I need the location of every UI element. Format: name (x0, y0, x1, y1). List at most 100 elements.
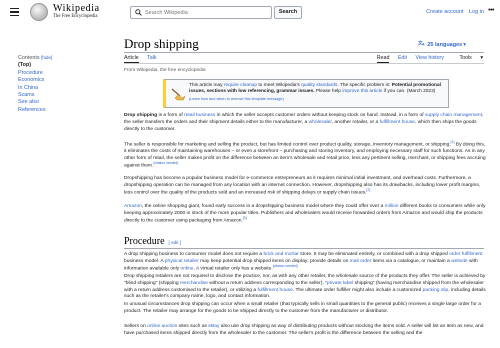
supply-chain-link[interactable]: supply chain management (425, 113, 482, 118)
view-tabs: Read Edit View history Tools ▾ (370, 55, 483, 63)
toc-item-in-china[interactable]: In China (18, 85, 108, 92)
text: . The ultimate order fulfiller might als… (292, 287, 423, 293)
article-lead: Drop shipping is a form of retail busine… (124, 113, 488, 133)
svg-text:A: A (422, 43, 425, 47)
toc-hide-button[interactable]: [hide] (41, 55, 52, 60)
language-button[interactable]: 文A 25 languages▾ (418, 40, 466, 49)
retail-business-link[interactable]: retail business (184, 113, 215, 118)
tabs-divider (124, 63, 484, 64)
paragraph: Drop shipping is a form of retail busine… (124, 113, 488, 133)
procedure-para-4: Sellers on online auction sites such as … (124, 324, 488, 338)
site-subtitle: From Wikipedia, the free encyclopedia (124, 68, 206, 73)
toc-item-economics[interactable]: Economics (18, 77, 108, 84)
procedure-para-2: Drop shipping retailers are not required… (124, 274, 488, 301)
toc-item-procedure[interactable]: Procedure (18, 70, 108, 77)
tab-article[interactable]: Article (124, 55, 139, 63)
notice-text: if you can. (382, 89, 407, 95)
reference-link[interactable]: [3] (243, 216, 247, 220)
quality-standards-link[interactable]: quality standards (301, 83, 337, 88)
text: in which the seller accepts customer ord… (215, 113, 425, 118)
notice-text: Please help (314, 89, 343, 95)
section-heading-procedure: Procedure [ edit ] (124, 236, 181, 247)
search-button[interactable]: Search (274, 6, 302, 19)
notice-text: . The specific problem is: (337, 83, 392, 88)
text: items via a catalogue, or maintain a (371, 258, 452, 264)
mail-order-link[interactable]: mail order (350, 259, 372, 264)
user-links: Create account Log in (422, 9, 484, 15)
notice-text: to meet Wikipedia's (257, 83, 302, 88)
search-input[interactable] (145, 8, 267, 17)
ebay-link[interactable]: eBay (208, 324, 219, 329)
log-in-link[interactable]: Log in (469, 9, 484, 15)
search-icon (135, 9, 142, 16)
page-title: Drop shipping (124, 36, 199, 51)
website-link[interactable]: website (451, 259, 468, 264)
reference-link[interactable]: [2] (367, 188, 371, 192)
translate-icon: 文A (418, 40, 425, 48)
edit-section-link[interactable]: [ edit ] (169, 240, 182, 245)
private-label-link[interactable]: private label (327, 281, 353, 286)
paragraph: Amazon, the online shopping giant, found… (124, 204, 488, 225)
text: The seller is responsible for marketing … (124, 142, 451, 148)
logo-tagline: The Free Encyclopedia (53, 14, 98, 19)
table-of-contents: Contents [hide] (Top) Procedure Economic… (18, 54, 108, 114)
tools-label: Tools (459, 55, 472, 61)
paragraph: Sellers on online auction sites such as … (124, 324, 488, 338)
paragraph: Dropshipping has become a popular busine… (124, 176, 488, 197)
wikipedia-globe-logo[interactable] (30, 3, 48, 21)
create-account-link[interactable]: Create account (426, 9, 463, 15)
more-options-icon[interactable]: ••• (488, 7, 494, 14)
wholesaler-link[interactable]: wholesaler (309, 120, 332, 125)
toc-item-references[interactable]: References (18, 107, 108, 114)
notice-date: (March 2023) (406, 89, 436, 95)
cleanup-notice: This article may require cleanup to meet… (163, 79, 449, 108)
notice-text: This article may (189, 83, 224, 88)
text: without a return address corresponding t… (207, 280, 327, 286)
namespace-tabs: Article Talk (124, 55, 164, 63)
text: Dropshipping has become a popular busine… (124, 176, 481, 196)
chevron-down-icon: ▾ (463, 42, 466, 48)
remove-template-link[interactable]: (Learn how and when to remove this templ… (189, 97, 284, 101)
online-auction-link[interactable]: online auction (147, 324, 177, 329)
improve-article-link[interactable]: improve this article (342, 89, 382, 94)
main-menu-icon[interactable] (10, 8, 19, 16)
tab-talk[interactable]: Talk (147, 55, 156, 61)
fulfillment-house-link[interactable]: fulfillment house (380, 120, 415, 125)
physical-retailer-link[interactable]: physical retailer (165, 259, 199, 264)
wikipedia-wordmark[interactable]: Wikipedia The Free Encyclopedia (53, 3, 100, 20)
language-count: 25 languages (427, 42, 463, 48)
citation-needed-link[interactable]: [citation needed] (273, 264, 298, 268)
paragraph: A drop shipping business to consumer mod… (124, 252, 488, 273)
tools-menu[interactable]: Tools ▾ (452, 55, 483, 61)
title-divider (124, 52, 484, 53)
tab-edit[interactable]: Edit (398, 55, 407, 61)
tab-read[interactable]: Read (376, 55, 390, 63)
brick-and-mortar-link[interactable]: brick and mortar (263, 252, 298, 257)
million-link[interactable]: million (385, 204, 399, 209)
toc-item-see-also[interactable]: See also (18, 99, 108, 106)
online-link[interactable]: online (181, 266, 194, 271)
toc-item-top[interactable]: (Top) (18, 62, 108, 69)
text: , another retailer, or a (331, 119, 380, 125)
logo-title: Wikipedia (53, 3, 100, 14)
search-box (130, 6, 272, 19)
procedure-para-3: In unusual circumstances drop shipping c… (124, 302, 488, 316)
order-fulfillment-link[interactable]: order fulfillment (449, 252, 482, 257)
text: , the online shopping giant, found early… (141, 204, 385, 209)
paragraph: Drop shipping retailers are not required… (124, 274, 488, 301)
text: business model. A (124, 258, 165, 264)
paragraph: The seller is responsible for marketing … (124, 140, 488, 170)
tab-view-history[interactable]: View history (416, 55, 444, 61)
merchandise-link[interactable]: merchandise (180, 281, 208, 286)
require-cleanup-link[interactable]: require cleanup (224, 83, 257, 88)
text: sites such as (177, 324, 209, 329)
toc-item-scams[interactable]: Scams (18, 92, 108, 99)
text: . A virtual retailer only has a website. (193, 266, 273, 272)
paragraph: In unusual circumstances drop shipping c… (124, 302, 488, 316)
chevron-down-icon: ▾ (480, 55, 483, 61)
packing-slip-link[interactable]: packing slip (423, 288, 449, 293)
amazon-link[interactable]: Amazon (124, 204, 142, 209)
citation-needed-link[interactable]: [citation needed] (153, 161, 178, 165)
procedure-para-1: A drop shipping business to consumer mod… (124, 252, 488, 273)
fulfillment-house-link[interactable]: fulfillment house (257, 288, 292, 293)
